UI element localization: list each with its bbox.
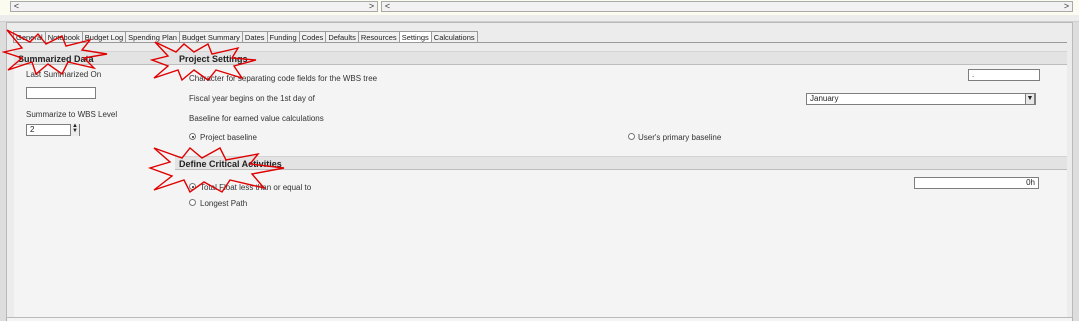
longest-path-radio[interactable]: [189, 199, 196, 206]
project-baseline-radio[interactable]: [189, 133, 196, 140]
settings-panel: Project Settings Character for separatin…: [175, 51, 1067, 317]
right-rail: [1072, 22, 1079, 321]
summarized-panel: Summarized Data Last Summarized On Summa…: [14, 51, 176, 317]
tab-funding[interactable]: Funding: [266, 31, 300, 42]
tab-baseline: [13, 42, 1067, 43]
top-strip: < > < >: [0, 0, 1079, 16]
tab-dates[interactable]: Dates: [241, 31, 268, 42]
fiscal-year-dropdown[interactable]: January ▼: [806, 93, 1036, 105]
scroll-left-arrow-icon[interactable]: <: [11, 2, 22, 11]
baseline-label: Baseline for earned value calculations: [189, 114, 324, 123]
total-float-field[interactable]: 0h: [914, 177, 1039, 189]
tab-budget-summary[interactable]: Budget Summary: [178, 31, 243, 42]
project-settings-header: Project Settings: [175, 51, 1067, 65]
tab-defaults[interactable]: Defaults: [325, 31, 359, 42]
tab-codes[interactable]: Codes: [298, 31, 327, 42]
tab-general[interactable]: General: [13, 31, 46, 42]
separator-field[interactable]: .: [968, 69, 1040, 81]
tab-resources[interactable]: Resources: [357, 31, 400, 42]
total-float-radio[interactable]: [189, 183, 196, 190]
summarized-data-header: Summarized Data: [14, 51, 175, 65]
longest-path-label: Longest Path: [200, 199, 248, 208]
user-baseline-label: User's primary baseline: [638, 133, 722, 142]
summarize-wbs-label: Summarize to WBS Level: [26, 110, 118, 119]
separator-label: Character for separating code fields for…: [189, 74, 378, 83]
total-float-label: Total Float less than or equal to: [200, 183, 312, 192]
tab-spending-plan[interactable]: Spending Plan: [125, 31, 180, 42]
tab-budget-log[interactable]: Budget Log: [81, 31, 127, 42]
wbs-level-spinner[interactable]: 2 ▲ ▼: [26, 123, 80, 136]
spinner-arrows-icon[interactable]: ▲ ▼: [70, 123, 79, 136]
tab-notebook[interactable]: Notebook: [44, 31, 83, 42]
wbs-level-value: 2: [30, 125, 35, 134]
user-baseline-radio[interactable]: [628, 133, 635, 140]
horizontal-scrollbar-left[interactable]: < >: [10, 1, 378, 12]
scroll-right-arrow-icon[interactable]: >: [1061, 2, 1072, 11]
splitter[interactable]: [0, 15, 1079, 22]
chevron-down-icon[interactable]: ▼: [1025, 93, 1035, 105]
tab-strip: General Notebook Budget Log Spending Pla…: [13, 31, 478, 42]
fiscal-year-value: January: [810, 94, 839, 103]
tab-settings[interactable]: Settings: [398, 31, 432, 42]
horizontal-scrollbar-right[interactable]: < >: [381, 1, 1073, 12]
last-summarized-label: Last Summarized On: [26, 70, 102, 79]
define-critical-header: Define Critical Activities: [175, 156, 1067, 170]
project-baseline-label: Project baseline: [200, 133, 257, 142]
scroll-left-arrow-icon[interactable]: <: [382, 2, 393, 11]
fiscal-year-label: Fiscal year begins on the 1st day of: [189, 94, 315, 103]
tab-calculations[interactable]: Calculations: [430, 31, 478, 42]
scroll-right-arrow-icon[interactable]: >: [366, 2, 377, 11]
last-summarized-field[interactable]: [26, 87, 96, 99]
